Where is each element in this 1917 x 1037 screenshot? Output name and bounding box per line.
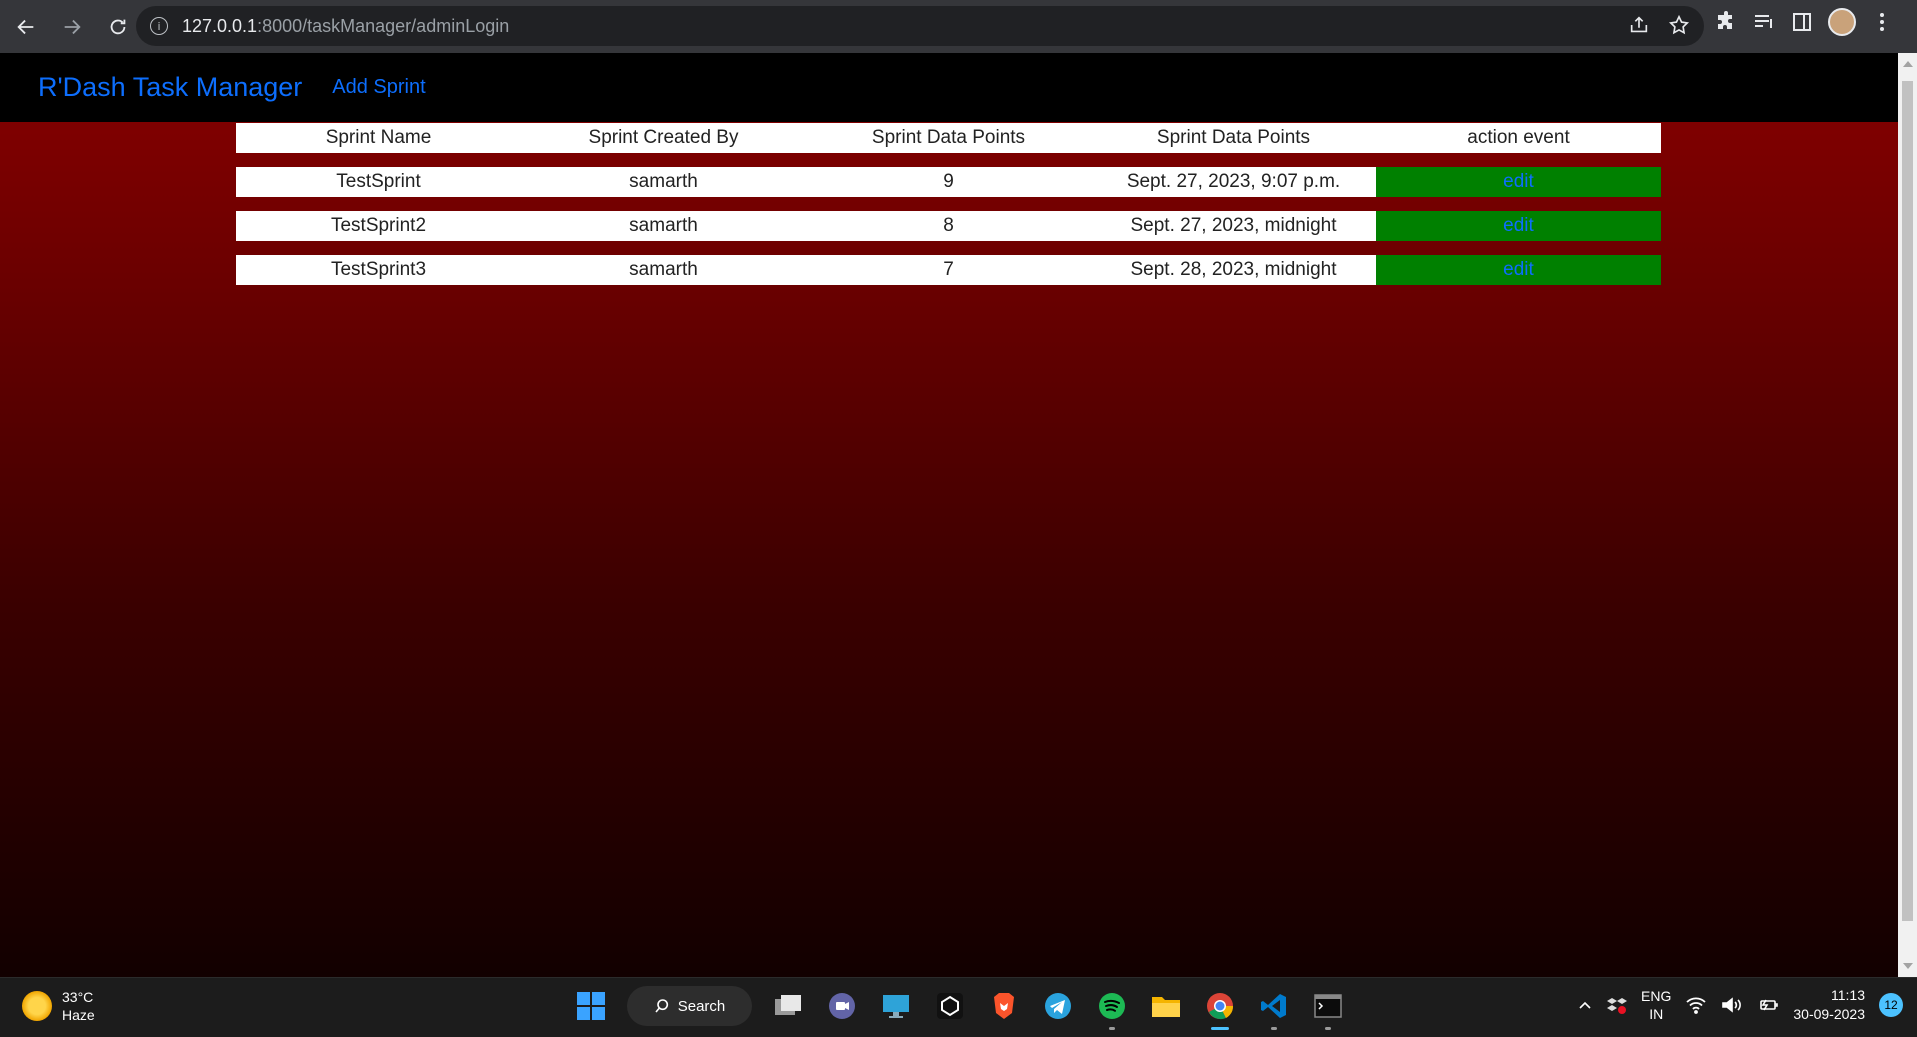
language-indicator[interactable]: ENG IN <box>1641 987 1671 1023</box>
search-label: Search <box>677 997 726 1015</box>
cell-data-points: 7 <box>806 255 1091 285</box>
cell-action: edit <box>1376 167 1661 197</box>
header-data-points: Sprint Data Points <box>806 123 1091 153</box>
edit-link[interactable]: edit <box>1503 171 1534 192</box>
unity-icon[interactable] <box>932 988 968 1024</box>
desktop-app-icon[interactable] <box>878 988 914 1024</box>
cell-sprint-name: TestSprint <box>236 167 521 197</box>
cell-action: edit <box>1376 211 1661 241</box>
volume-icon[interactable] <box>1721 996 1743 1014</box>
media-queue-icon[interactable] <box>1752 10 1776 34</box>
edit-link[interactable]: edit <box>1503 259 1534 280</box>
kebab-menu-icon[interactable] <box>1870 10 1894 34</box>
clock-date: 30-09-2023 <box>1793 1006 1865 1022</box>
scroll-thumb[interactable] <box>1902 81 1913 921</box>
bookmark-star-icon[interactable] <box>1668 14 1690 36</box>
file-explorer-icon[interactable] <box>1148 988 1184 1024</box>
header-action: action event <box>1376 123 1661 153</box>
telegram-icon[interactable] <box>1040 988 1076 1024</box>
site-info-icon[interactable]: i <box>150 17 168 35</box>
cell-date: Sept. 27, 2023, midnight <box>1091 211 1376 241</box>
cell-data-points: 8 <box>806 211 1091 241</box>
region-code: IN <box>1649 1006 1664 1022</box>
brave-browser-icon[interactable] <box>986 988 1022 1024</box>
table-row: TestSprint2 samarth 8 Sept. 27, 2023, mi… <box>236 211 1661 241</box>
running-indicator <box>1109 1027 1115 1030</box>
dropbox-icon[interactable] <box>1607 995 1628 1015</box>
header-sprint-name: Sprint Name <box>236 123 521 153</box>
cell-sprint-name: TestSprint2 <box>236 211 521 241</box>
clock-time: 11:13 <box>1831 987 1865 1003</box>
taskbar-search[interactable]: Search <box>627 986 752 1026</box>
wifi-icon[interactable] <box>1685 996 1707 1014</box>
vscode-icon[interactable] <box>1256 988 1292 1030</box>
weather-condition: Haze <box>62 1007 95 1023</box>
edit-link[interactable]: edit <box>1503 215 1534 236</box>
cell-created-by: samarth <box>521 167 806 197</box>
windows-logo-icon <box>577 992 605 1020</box>
reload-button[interactable] <box>98 7 138 47</box>
arrow-left-icon <box>17 19 34 34</box>
cell-date: Sept. 27, 2023, 9:07 p.m. <box>1091 167 1376 197</box>
sprint-table: Sprint Name Sprint Created By Sprint Dat… <box>236 109 1661 299</box>
spotify-icon[interactable] <box>1094 988 1130 1030</box>
os-taskbar: 33°C Haze Search ENG IN 11:13 30-09-2023… <box>0 977 1917 1037</box>
url-host: 127.0.0.1 <box>182 15 258 36</box>
url-path: :8000/taskManager/adminLogin <box>257 15 510 36</box>
header-created-by: Sprint Created By <box>521 123 806 153</box>
cell-sprint-name: TestSprint3 <box>236 255 521 285</box>
chevron-up-icon[interactable] <box>1577 997 1593 1013</box>
teams-chat-icon[interactable] <box>824 988 860 1024</box>
start-button[interactable] <box>573 988 609 1024</box>
share-icon[interactable] <box>1628 14 1650 36</box>
cell-date: Sept. 28, 2023, midnight <box>1091 255 1376 285</box>
notification-badge[interactable]: 12 <box>1879 993 1903 1017</box>
search-icon <box>655 999 668 1013</box>
profile-avatar[interactable] <box>1828 8 1856 36</box>
running-indicator <box>1325 1027 1331 1030</box>
running-indicator <box>1271 1027 1277 1030</box>
address-bar[interactable]: i 127.0.0.1:8000/taskManager/adminLogin <box>136 6 1704 46</box>
scroll-up-arrow-icon[interactable] <box>1903 61 1913 67</box>
terminal-icon[interactable] <box>1310 988 1346 1030</box>
add-sprint-link[interactable]: Add Sprint <box>332 76 425 99</box>
page-viewport: R'Dash Task Manager Add Sprint Sprint Na… <box>0 53 1898 977</box>
back-button[interactable] <box>6 7 46 47</box>
brand-link[interactable]: R'Dash Task Manager <box>38 72 302 103</box>
side-panel-icon[interactable] <box>1790 10 1814 34</box>
arrow-right-icon <box>64 19 81 34</box>
forward-button[interactable] <box>52 7 92 47</box>
table-header-row: Sprint Name Sprint Created By Sprint Dat… <box>236 123 1661 153</box>
header-date: Sprint Data Points <box>1091 123 1376 153</box>
chrome-icon[interactable] <box>1202 988 1238 1030</box>
cell-action: edit <box>1376 255 1661 285</box>
table-row: TestSprint samarth 9 Sept. 27, 2023, 9:0… <box>236 167 1661 197</box>
weather-widget[interactable]: 33°C Haze <box>22 988 95 1024</box>
weather-temperature: 33°C <box>62 989 94 1005</box>
scroll-down-arrow-icon[interactable] <box>1903 963 1913 969</box>
reload-icon <box>110 19 126 34</box>
language-code: ENG <box>1641 988 1672 1004</box>
extensions-puzzle-icon[interactable] <box>1714 10 1738 34</box>
cell-created-by: samarth <box>521 211 806 241</box>
weather-haze-icon <box>22 991 52 1021</box>
table-row: TestSprint3 samarth 7 Sept. 28, 2023, mi… <box>236 255 1661 285</box>
cell-created-by: samarth <box>521 255 806 285</box>
clock[interactable]: 11:13 30-09-2023 <box>1793 986 1865 1024</box>
battery-icon[interactable] <box>1757 996 1779 1014</box>
vertical-scrollbar[interactable] <box>1898 53 1917 977</box>
system-tray: ENG IN 11:13 30-09-2023 12 <box>1577 986 1903 1024</box>
task-view-icon[interactable] <box>770 988 806 1024</box>
cell-data-points: 9 <box>806 167 1091 197</box>
browser-toolbar: i 127.0.0.1:8000/taskManager/adminLogin <box>0 0 1917 53</box>
active-indicator <box>1211 1027 1229 1030</box>
